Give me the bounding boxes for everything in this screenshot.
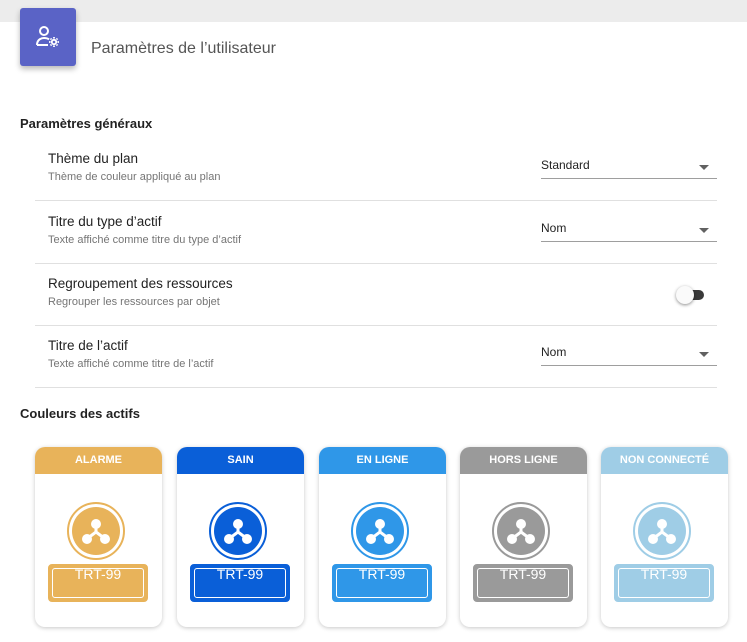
setting-asset-title: Titre de l’actif Texte affiché comme tit… bbox=[35, 325, 717, 388]
setting-label: Thème du plan bbox=[48, 151, 139, 166]
asset-tag-label: TRT-99 bbox=[358, 566, 406, 582]
status-circle bbox=[351, 502, 409, 560]
card-status-label: NON CONNECTÉ bbox=[601, 447, 728, 474]
toggle-thumb bbox=[676, 286, 694, 304]
asset-tag-label: TRT-99 bbox=[216, 566, 264, 582]
asset-tag: TRT-99 bbox=[614, 564, 714, 602]
setting-description: Texte affiché comme titre de l’actif bbox=[48, 358, 214, 370]
network-icon bbox=[214, 507, 262, 555]
card-status-label: SAIN bbox=[177, 447, 304, 474]
page-title: Paramètres de l’utilisateur bbox=[91, 40, 276, 57]
setting-description: Texte affiché comme titre du type d’acti… bbox=[48, 234, 241, 246]
card-status-label: EN LIGNE bbox=[319, 447, 446, 474]
select-value: Standard bbox=[541, 158, 590, 172]
color-card-online[interactable]: EN LIGNE TRT-99 bbox=[319, 447, 446, 627]
setting-description: Regrouper les ressources par objet bbox=[48, 296, 220, 308]
asset-colors-title: Couleurs des actifs bbox=[20, 406, 140, 421]
setting-label: Titre du type d’actif bbox=[48, 214, 162, 229]
network-icon bbox=[72, 507, 120, 555]
plan-theme-select[interactable]: Standard bbox=[541, 152, 717, 179]
status-circle bbox=[209, 502, 267, 560]
caret-down-icon bbox=[699, 352, 709, 357]
general-settings-title: Paramètres généraux bbox=[20, 116, 153, 131]
caret-down-icon bbox=[699, 165, 709, 170]
asset-title-select[interactable]: Nom bbox=[541, 339, 717, 366]
network-icon bbox=[356, 507, 404, 555]
asset-tag: TRT-99 bbox=[473, 564, 573, 602]
status-circle bbox=[492, 502, 550, 560]
asset-tag-label: TRT-99 bbox=[499, 566, 547, 582]
user-settings-icon bbox=[20, 8, 76, 66]
caret-down-icon bbox=[699, 228, 709, 233]
card-status-label: HORS LIGNE bbox=[460, 447, 587, 474]
network-icon bbox=[497, 507, 545, 555]
resource-grouping-toggle[interactable] bbox=[676, 286, 710, 304]
asset-tag-label: TRT-99 bbox=[640, 566, 688, 582]
select-value: Nom bbox=[541, 345, 567, 359]
select-value: Nom bbox=[541, 221, 567, 235]
card-status-label: ALARME bbox=[35, 447, 162, 474]
asset-tag: TRT-99 bbox=[190, 564, 290, 602]
asset-tag-label: TRT-99 bbox=[74, 566, 122, 582]
setting-label: Regroupement des ressources bbox=[48, 276, 233, 291]
asset-type-title-select[interactable]: Nom bbox=[541, 215, 717, 242]
color-card-healthy[interactable]: SAIN TRT-99 bbox=[177, 447, 304, 627]
setting-description: Thème de couleur appliqué au plan bbox=[48, 171, 221, 183]
color-card-offline[interactable]: HORS LIGNE TRT-99 bbox=[460, 447, 587, 627]
network-icon bbox=[638, 507, 686, 555]
asset-tag: TRT-99 bbox=[48, 564, 148, 602]
top-strip bbox=[0, 0, 747, 22]
status-circle bbox=[633, 502, 691, 560]
status-circle bbox=[67, 502, 125, 560]
color-card-alarm[interactable]: ALARME TRT-99 bbox=[35, 447, 162, 627]
setting-plan-theme: Thème du plan Thème de couleur appliqué … bbox=[35, 138, 717, 201]
color-card-disconnected[interactable]: NON CONNECTÉ TRT-99 bbox=[601, 447, 728, 627]
asset-tag: TRT-99 bbox=[332, 564, 432, 602]
setting-label: Titre de l’actif bbox=[48, 338, 128, 353]
setting-asset-type-title: Titre du type d’actif Texte affiché comm… bbox=[35, 201, 717, 264]
setting-resource-grouping: Regroupement des ressources Regrouper le… bbox=[35, 263, 717, 326]
